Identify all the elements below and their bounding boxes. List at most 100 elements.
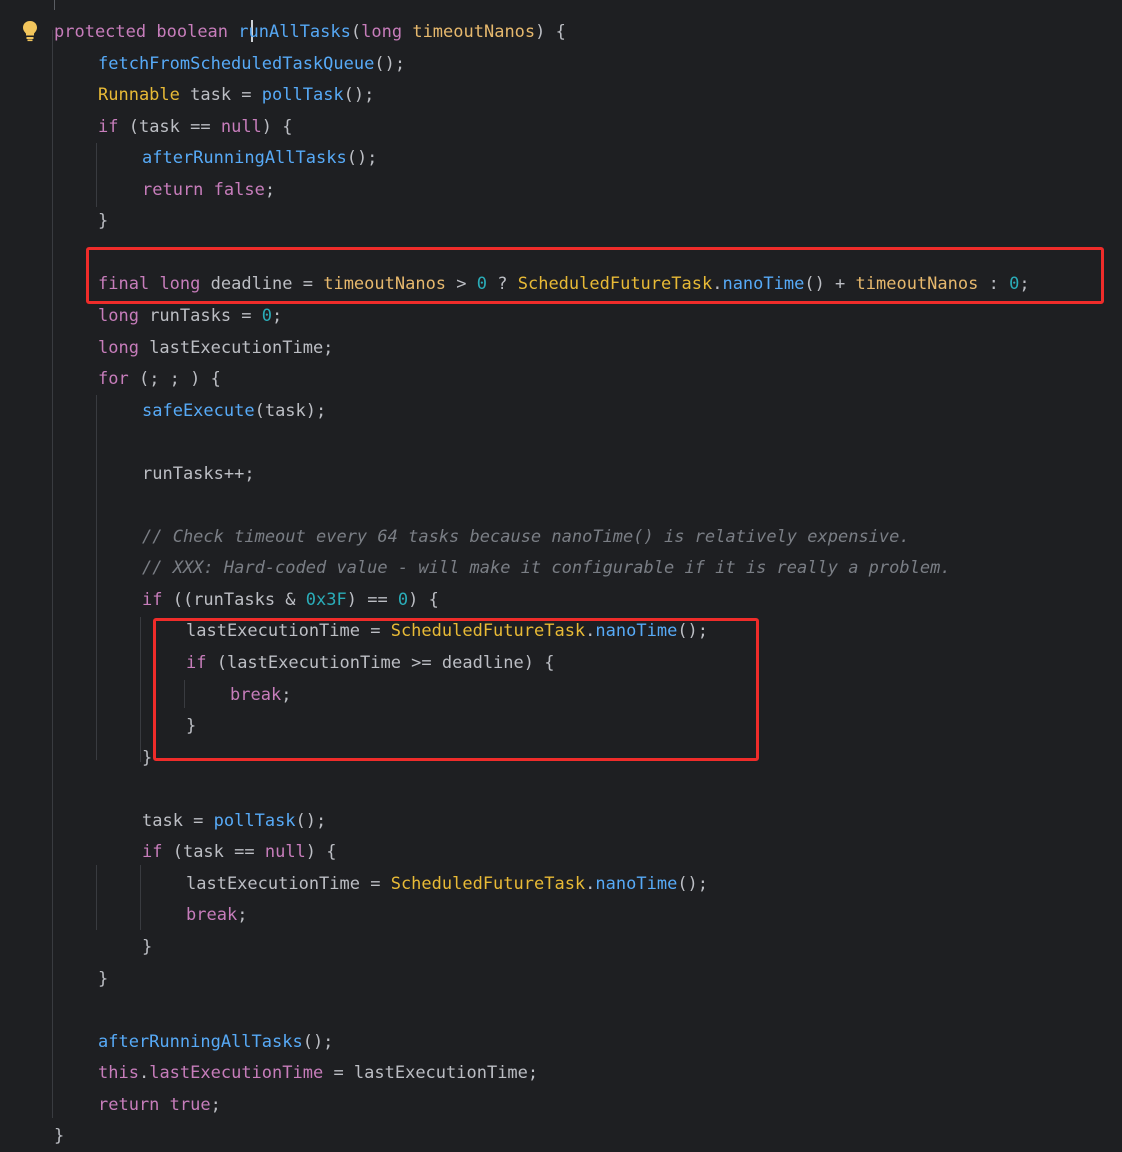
code-token: protected [54, 22, 147, 42]
code-line[interactable]: // XXX: Hard-coded value - will make it … [142, 553, 951, 584]
code-token: Runnable [98, 85, 180, 106]
code-token: ScheduledFutureTask [390, 873, 586, 894]
code-line[interactable]: afterRunningAllTasks(); [142, 143, 377, 174]
code-token: (task == [118, 116, 221, 137]
code-line[interactable]: return true; [98, 1090, 221, 1121]
code-token: . [585, 873, 596, 894]
code-line[interactable]: long lastExecutionTime; [98, 333, 333, 364]
code-token: (task); [254, 400, 327, 421]
code-token: afterRunningAllTasks [98, 1031, 303, 1052]
code-token: pollTask [261, 85, 344, 106]
code-token: lastExecutionTime = [186, 873, 391, 894]
code-token: lastExecutionTime; [138, 337, 334, 358]
code-token: return [98, 1094, 160, 1115]
code-token: ; [210, 1094, 221, 1115]
code-line[interactable]: protected boolean runAllTasks(long timeo… [54, 17, 566, 48]
code-line[interactable]: if (task == null) { [142, 837, 337, 868]
highlight-box-timeout-check [153, 618, 759, 761]
code-token: . [138, 1063, 150, 1084]
lightbulb-icon[interactable] [21, 20, 39, 42]
code-line[interactable]: } [142, 743, 152, 774]
code-token: } [142, 747, 153, 768]
code-token: long [98, 305, 139, 326]
code-token: runTasks = [138, 305, 262, 326]
code-line[interactable]: this.lastExecutionTime = lastExecutionTi… [98, 1058, 538, 1089]
code-token: } [54, 1126, 65, 1147]
code-line[interactable]: } [54, 1121, 64, 1152]
code-token: if [142, 842, 163, 863]
code-token: task = [179, 85, 262, 106]
indent-guide [96, 395, 97, 760]
code-token: for [98, 369, 129, 390]
code-token: ((runTasks & [162, 589, 306, 610]
code-token: this [98, 1063, 139, 1084]
code-token: ) { [535, 22, 566, 42]
code-token: return [142, 179, 204, 200]
code-line[interactable]: } [142, 932, 152, 963]
code-token: } [142, 936, 153, 957]
code-token: (; ; ) { [128, 369, 221, 390]
code-token: boolean [156, 22, 229, 42]
indent-guide [52, 30, 53, 1118]
code-token: afterRunningAllTasks [142, 148, 347, 169]
code-token: } [98, 211, 109, 232]
code-line[interactable]: afterRunningAllTasks(); [98, 1027, 333, 1058]
code-token: long [98, 337, 139, 358]
code-token: ; [264, 179, 276, 200]
code-token: = lastExecutionTime; [323, 1063, 539, 1084]
code-token: (); [295, 810, 327, 831]
code-token: ) { [305, 842, 337, 863]
indent-guide [140, 617, 141, 762]
code-token: break [186, 905, 238, 926]
code-token: // Check timeout every 64 tasks because … [142, 526, 910, 547]
code-line[interactable]: } [98, 206, 108, 237]
code-line[interactable]: if (task == null) { [98, 112, 293, 143]
code-token: (); [374, 53, 406, 74]
code-token: nanoTime [595, 873, 678, 894]
code-line[interactable]: Runnable task = pollTask(); [98, 80, 374, 111]
code-line[interactable]: // Check timeout every 64 tasks because … [142, 522, 910, 553]
code-token: (); [346, 148, 378, 169]
code-token: if [142, 589, 163, 610]
code-line[interactable]: safeExecute(task); [142, 396, 326, 427]
code-line[interactable]: } [98, 964, 108, 995]
code-token: (); [343, 85, 375, 106]
code-line[interactable]: long runTasks = 0; [98, 301, 282, 332]
code-line[interactable]: for (; ; ) { [98, 364, 221, 395]
indent-guide [96, 143, 97, 207]
code-line[interactable]: task = pollTask(); [142, 806, 326, 837]
code-token: true [169, 1094, 211, 1115]
code-token: fetchFromScheduledTaskQueue [98, 53, 375, 74]
code-line[interactable]: return false; [142, 175, 275, 206]
code-token: 0x3F [305, 589, 347, 610]
code-line[interactable]: lastExecutionTime = ScheduledFutureTask.… [186, 869, 708, 900]
highlight-box-deadline [86, 247, 1104, 304]
code-token: // XXX: Hard-coded value - will make it … [142, 558, 951, 579]
code-line[interactable]: break; [186, 900, 247, 931]
code-token: } [98, 968, 109, 989]
indent-guide [140, 865, 141, 930]
code-token: ; [272, 305, 283, 326]
code-token: ; [237, 905, 248, 926]
code-token: (); [677, 873, 709, 894]
code-token: (task == [162, 842, 265, 863]
code-token: ) == [346, 589, 398, 610]
code-token: long [361, 22, 403, 42]
code-token: null [264, 842, 306, 863]
code-line[interactable]: fetchFromScheduledTaskQueue(); [98, 49, 405, 80]
code-token: 0 [397, 589, 409, 610]
code-token: ) { [408, 589, 439, 610]
code-token: false [213, 179, 265, 200]
code-line[interactable]: runTasks++; [142, 459, 255, 490]
code-editor[interactable]: protected boolean runAllTasks(long timeo… [0, 0, 1122, 1146]
code-token: 0 [261, 305, 273, 326]
code-token: null [220, 116, 262, 137]
code-line[interactable]: if ((runTasks & 0x3F) == 0) { [142, 585, 439, 616]
code-token: (); [302, 1031, 334, 1052]
code-token: pollTask [213, 810, 296, 831]
